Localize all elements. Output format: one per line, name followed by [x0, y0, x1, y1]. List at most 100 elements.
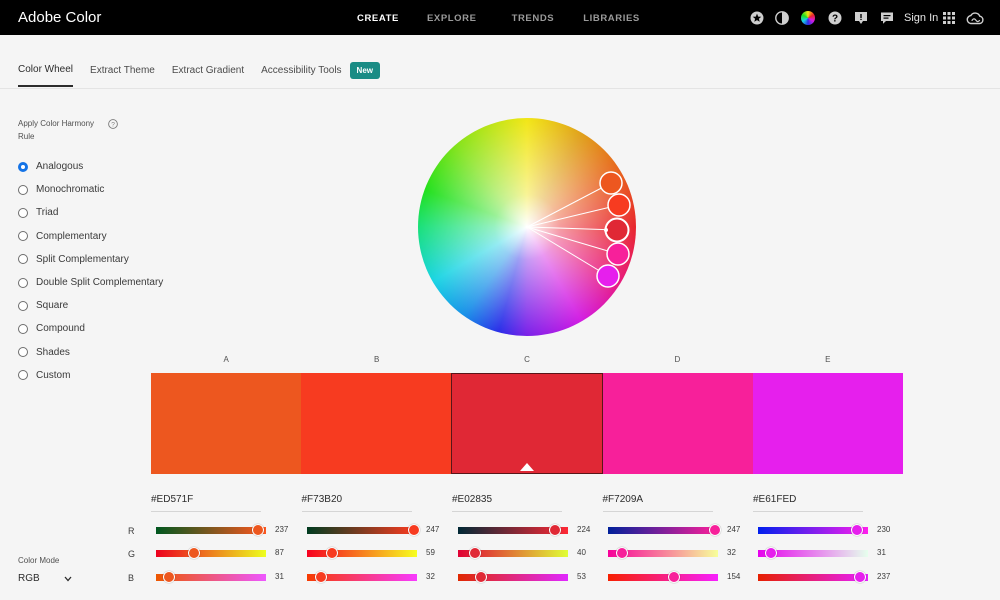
slider-g-a[interactable] — [156, 547, 266, 559]
slider-knob[interactable] — [548, 524, 561, 536]
slider-knob[interactable] — [407, 524, 420, 536]
channel-value: 31 — [877, 548, 886, 557]
harmony-rule-monochromatic[interactable]: Monochromatic — [18, 178, 163, 201]
radio-button[interactable] — [18, 254, 28, 265]
slider-g-c[interactable] — [458, 547, 568, 559]
harmony-rule-compound[interactable]: Compound — [18, 317, 163, 340]
harmony-rule-triad[interactable]: Triad — [18, 201, 163, 224]
channel-value: 237 — [275, 525, 289, 534]
harmony-rule-label: Compound — [36, 323, 85, 335]
star-badge-icon[interactable] — [750, 11, 764, 25]
slider-knob[interactable] — [314, 571, 327, 583]
slider-g-d[interactable] — [608, 547, 718, 559]
radio-button[interactable] — [18, 300, 28, 311]
nav-libraries[interactable]: LIBRARIES — [583, 13, 640, 24]
color-swatch-d[interactable] — [603, 373, 753, 474]
chat-icon[interactable] — [880, 11, 894, 25]
slider-b-a[interactable] — [156, 571, 266, 583]
color-swatch-b[interactable] — [301, 373, 451, 474]
slider-knob[interactable] — [187, 547, 200, 559]
harmony-rule-square[interactable]: Square — [18, 294, 163, 317]
wheel-handle-a[interactable] — [599, 171, 623, 195]
app-title[interactable]: Adobe Color — [18, 9, 101, 26]
slider-r-a[interactable] — [156, 524, 266, 536]
harmony-rule-custom[interactable]: Custom — [18, 364, 163, 387]
color-mode-value: RGB — [18, 573, 40, 584]
radio-button[interactable] — [18, 184, 28, 195]
wheel-handle-e[interactable] — [596, 264, 620, 288]
wheel-handle-b[interactable] — [607, 193, 631, 217]
color-wheel[interactable] — [418, 118, 636, 336]
hex-field[interactable]: #ED571F — [151, 494, 261, 512]
color-swatch-e[interactable] — [753, 373, 903, 474]
help-icon[interactable]: ? — [828, 11, 842, 25]
hex-field[interactable]: #F73B20 — [301, 494, 412, 512]
wheel-center — [525, 225, 529, 229]
slider-knob[interactable] — [252, 524, 265, 536]
creative-cloud-icon[interactable] — [966, 11, 984, 25]
color-mode-select[interactable]: RGB — [18, 573, 72, 584]
chevron-down-icon — [64, 576, 72, 581]
slider-g-e[interactable] — [758, 547, 868, 559]
radio-button[interactable] — [18, 161, 28, 172]
wheel-handle-c[interactable] — [604, 217, 630, 243]
slider-knob[interactable] — [765, 547, 778, 559]
feedback-icon[interactable] — [854, 11, 868, 25]
swatch-label: A — [223, 355, 229, 364]
color-swatch-c[interactable] — [451, 373, 603, 474]
tab-extract-theme[interactable]: Extract Theme — [90, 65, 155, 86]
channel-value: 40 — [577, 548, 586, 557]
radio-button[interactable] — [18, 347, 28, 358]
tab-extract-gradient[interactable]: Extract Gradient — [172, 65, 244, 86]
slider-b-c[interactable] — [458, 571, 568, 583]
svg-text:?: ? — [111, 121, 115, 128]
tab-color-wheel[interactable]: Color Wheel — [18, 64, 74, 87]
nav-explore[interactable]: EXPLORE — [427, 13, 477, 24]
harmony-help-icon[interactable]: ? — [108, 119, 118, 129]
nav-trends[interactable]: TRENDS — [512, 13, 555, 24]
slider-knob[interactable] — [708, 524, 721, 536]
slider-r-e[interactable] — [758, 524, 868, 536]
wheel-handle-d[interactable] — [606, 242, 630, 266]
slider-g-b[interactable] — [307, 547, 417, 559]
slider-r-c[interactable] — [458, 524, 568, 536]
channel-value: 87 — [275, 548, 284, 557]
harmony-rule-split-complementary[interactable]: Split Complementary — [18, 248, 163, 271]
color-wheel-icon[interactable] — [801, 11, 815, 25]
nav-create[interactable]: CREATE — [357, 13, 399, 24]
slider-knob[interactable] — [474, 571, 487, 583]
slider-knob[interactable] — [163, 571, 176, 583]
slider-knob[interactable] — [668, 571, 681, 583]
hex-field[interactable]: #E02835 — [452, 494, 562, 512]
apps-grid-icon[interactable] — [942, 11, 956, 25]
tab-accessibility-tools[interactable]: Accessibility Tools — [261, 65, 341, 86]
radio-button[interactable] — [18, 277, 28, 288]
slider-knob[interactable] — [326, 547, 339, 559]
harmony-rule-double-split-complementary[interactable]: Double Split Complementary — [18, 271, 163, 294]
theme-toggle-icon[interactable] — [775, 11, 789, 25]
harmony-rule-analogous[interactable]: Analogous — [18, 155, 163, 178]
radio-button[interactable] — [18, 207, 28, 218]
harmony-rule-shades[interactable]: Shades — [18, 341, 163, 364]
color-swatch-a[interactable] — [151, 373, 301, 474]
swatch-label: C — [524, 355, 530, 364]
slider-b-d[interactable] — [608, 571, 718, 583]
channel-value: 53 — [577, 572, 586, 581]
slider-knob[interactable] — [854, 571, 867, 583]
harmony-rule-complementary[interactable]: Complementary — [18, 225, 163, 248]
sign-in-link[interactable]: Sign In — [904, 12, 938, 24]
slider-r-d[interactable] — [608, 524, 721, 536]
radio-button[interactable] — [18, 370, 28, 381]
handle-connector — [526, 226, 609, 277]
channel-value: 247 — [727, 525, 741, 534]
slider-knob[interactable] — [615, 547, 628, 559]
slider-knob[interactable] — [851, 524, 864, 536]
slider-b-e[interactable] — [758, 571, 868, 583]
radio-button[interactable] — [18, 323, 28, 334]
slider-b-b[interactable] — [307, 571, 417, 583]
hex-field[interactable]: #F7209A — [602, 494, 713, 512]
slider-knob[interactable] — [469, 547, 482, 559]
slider-r-b[interactable] — [307, 524, 420, 536]
hex-field[interactable]: #E61FED — [753, 494, 863, 512]
radio-button[interactable] — [18, 231, 28, 242]
